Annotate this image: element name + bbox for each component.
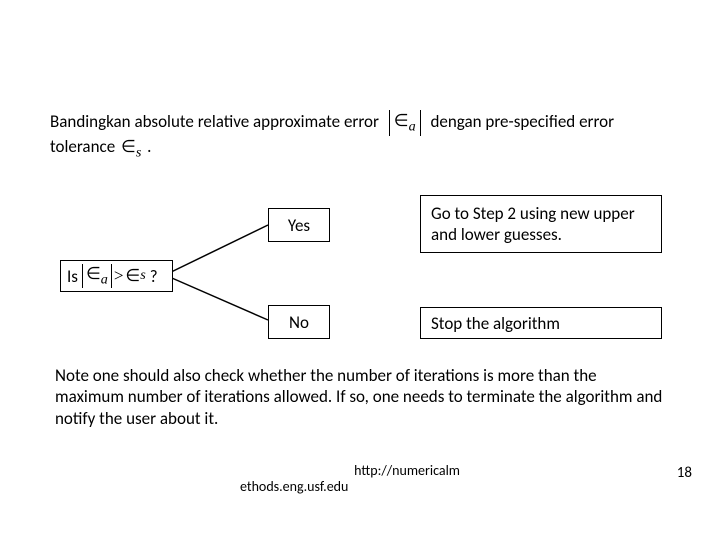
condition-glyph: ∈a >∈s bbox=[82, 264, 146, 288]
question-mark: ? bbox=[150, 266, 158, 287]
footer-url-l1: http://numericalm bbox=[354, 462, 460, 479]
intro-paragraph: Bandingkan absolute relative approximate… bbox=[50, 110, 680, 162]
decision-box: Is ∈a >∈s ? bbox=[60, 260, 173, 292]
yes-label: Yes bbox=[288, 215, 310, 236]
epsilon-a-glyph: ∈a bbox=[389, 110, 421, 136]
no-outcome-text: Stop the algorithm bbox=[431, 313, 560, 334]
slide-number: 18 bbox=[677, 464, 692, 482]
yes-outcome: Go to Step 2 using new upper and lower g… bbox=[420, 195, 662, 253]
slide: Bandingkan absolute relative approximate… bbox=[0, 0, 720, 540]
intro-post-b: . bbox=[147, 136, 151, 157]
note-text: Note one should also check whether the n… bbox=[55, 365, 662, 429]
yes-outcome-text: Go to Step 2 using new upper and lower g… bbox=[431, 203, 651, 245]
no-outcome: Stop the algorithm bbox=[420, 307, 662, 339]
intro-pre: Bandingkan absolute relative approximate… bbox=[50, 111, 379, 132]
is-text: Is bbox=[67, 266, 78, 287]
intro-mid: dengan pre-specified error bbox=[430, 111, 614, 132]
footer-url: http://numericalm ethods.eng.usf.edu bbox=[240, 463, 520, 495]
no-label: No bbox=[289, 312, 309, 333]
footer-url-l2: ethods.eng.usf.edu bbox=[240, 478, 348, 495]
note-paragraph: Note one should also check whether the n… bbox=[55, 365, 665, 429]
no-box: No bbox=[268, 305, 330, 339]
epsilon-s-glyph: ∈s bbox=[121, 137, 141, 156]
yes-box: Yes bbox=[268, 208, 330, 242]
intro-post-a: tolerance bbox=[50, 136, 115, 157]
